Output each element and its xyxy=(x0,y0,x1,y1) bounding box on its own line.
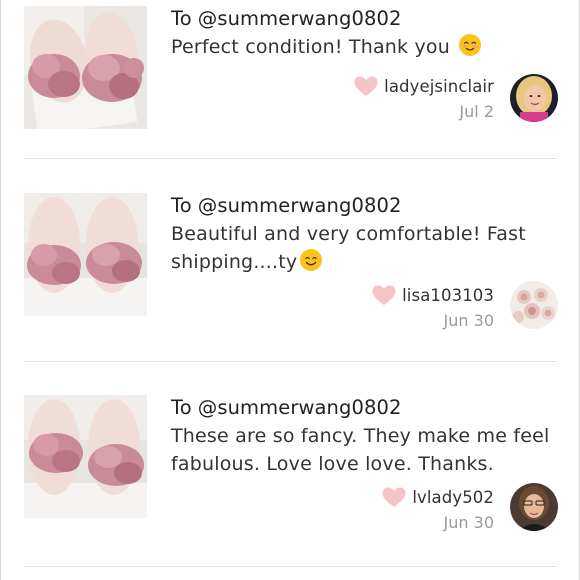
comment-text: These are so fancy. They make me feel fa… xyxy=(171,425,550,475)
review-author[interactable]: ladyejsinclair xyxy=(384,77,494,96)
review-meta: ladyejsinclair Jul 2 xyxy=(354,74,494,122)
review-comment: Beautiful and very comfortable! Fast shi… xyxy=(171,220,551,276)
product-thumbnail[interactable] xyxy=(24,6,147,129)
heart-icon[interactable] xyxy=(372,285,396,306)
smiling-face-icon xyxy=(300,249,323,271)
heart-icon[interactable] xyxy=(382,487,406,508)
review-date: Jun 30 xyxy=(443,513,494,532)
avatar[interactable] xyxy=(510,483,558,531)
comment-text: Perfect condition! Thank you xyxy=(171,36,450,58)
divider xyxy=(24,361,557,362)
to-label: To xyxy=(171,396,192,419)
review-author[interactable]: lisa103103 xyxy=(402,286,494,305)
recipient-username[interactable]: @summerwang0802 xyxy=(198,396,402,419)
review-meta: lisa103103 Jun 30 xyxy=(372,283,494,331)
review-author[interactable]: lvlady502 xyxy=(412,488,494,507)
divider xyxy=(24,566,557,567)
recipient-line: To @summerwang0802 xyxy=(171,193,551,219)
comment-text: Beautiful and very comfortable! Fast shi… xyxy=(171,223,526,273)
avatar[interactable] xyxy=(510,74,558,122)
review-date: Jun 30 xyxy=(443,311,494,330)
recipient-username[interactable]: @summerwang0802 xyxy=(198,7,402,30)
review-comment: These are so fancy. They make me feel fa… xyxy=(171,422,551,478)
avatar[interactable] xyxy=(510,281,558,329)
product-thumbnail[interactable] xyxy=(24,193,147,316)
divider xyxy=(24,158,557,159)
recipient-line: To @summerwang0802 xyxy=(171,6,551,32)
smiling-face-icon xyxy=(459,34,482,56)
recipient-line: To @summerwang0802 xyxy=(171,395,551,421)
heart-icon[interactable] xyxy=(354,76,378,97)
to-label: To xyxy=(171,194,192,217)
product-thumbnail[interactable] xyxy=(24,395,147,518)
review-meta: lvlady502 Jun 30 xyxy=(382,485,494,533)
review-comment: Perfect condition! Thank you xyxy=(171,33,551,61)
recipient-username[interactable]: @summerwang0802 xyxy=(198,194,402,217)
to-label: To xyxy=(171,7,192,30)
review-date: Jul 2 xyxy=(459,102,494,121)
left-edge xyxy=(0,0,1,580)
